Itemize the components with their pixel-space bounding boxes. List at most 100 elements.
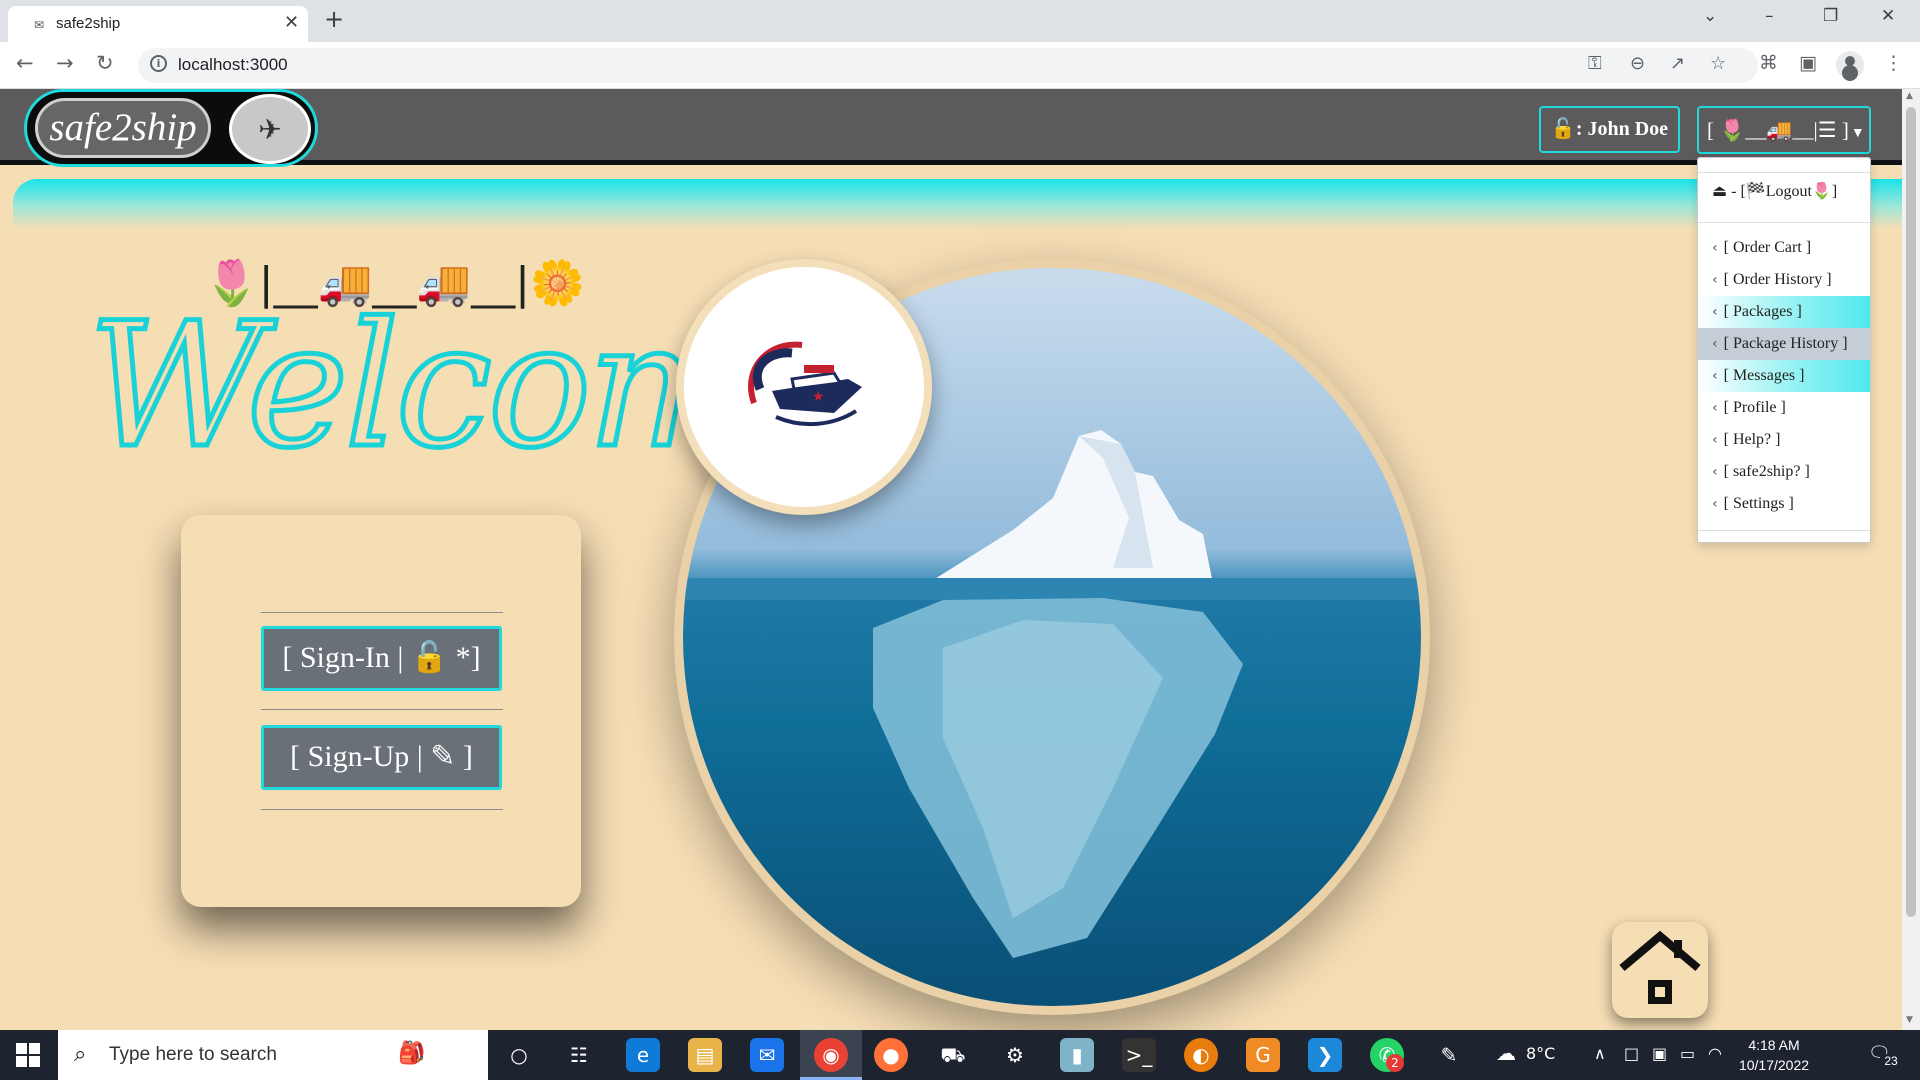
key-icon[interactable]: ⚿ — [1588, 53, 1602, 74]
scroll-down-icon[interactable]: ▼ — [1906, 1015, 1913, 1025]
close-window-icon[interactable]: ✕ — [1881, 6, 1895, 26]
task-view-icon[interactable]: ☷ — [562, 1038, 596, 1072]
url-text[interactable]: localhost:3000 — [178, 55, 288, 75]
new-tab-icon[interactable]: + — [324, 5, 344, 33]
clock-time: 4:18 AM — [1748, 1037, 1800, 1053]
edge-icon[interactable]: e — [626, 1038, 660, 1072]
page-scrollbar[interactable]: ▲ ▼ — [1902, 89, 1920, 1030]
game-app-icon[interactable]: ⚙ — [998, 1038, 1032, 1072]
menu-item-help[interactable]: ‹ [ Help? ] — [1698, 424, 1870, 456]
taskbar-search[interactable]: ⌕ Type here to search 🎒 — [58, 1030, 488, 1080]
hero-band — [13, 179, 1902, 229]
show-hidden-icons-icon[interactable]: ∧ — [1594, 1044, 1606, 1063]
auth-card: [ Sign-In | 🔓 *] [ Sign-Up | ✎ ] — [181, 515, 581, 907]
search-icon: ⌕ — [74, 1042, 87, 1067]
menu-item-profile[interactable]: ‹ [ Profile ] — [1698, 392, 1870, 424]
menu-kebab-icon[interactable]: ⋮ — [1884, 52, 1903, 74]
browser-tab[interactable]: ✉ safe2ship ✕ — [8, 6, 308, 42]
forward-icon[interactable]: → — [56, 51, 74, 75]
chevron-left-icon: ‹ — [1712, 304, 1718, 320]
battery-icon[interactable]: ▭ — [1680, 1044, 1695, 1063]
browser-tab-strip: ✉ safe2ship ✕ + ⌄ – ❐ ✕ — [0, 0, 1920, 42]
chevron-left-icon: ‹ — [1712, 400, 1718, 416]
site-info-icon[interactable]: i — [150, 55, 167, 72]
menu-item-about[interactable]: ‹ [ safe2ship? ] — [1698, 456, 1870, 488]
chrome-icon[interactable]: ◉ — [814, 1038, 848, 1072]
sign-in-button[interactable]: [ Sign-In | 🔓 *] — [261, 626, 502, 691]
iceberg-tip — [933, 430, 1213, 584]
menu-item-package-history[interactable]: ‹ [ Package History ] — [1698, 328, 1870, 360]
tab-favicon-icon: ✉ — [34, 18, 45, 32]
side-panel-icon[interactable]: ▣ — [1799, 52, 1817, 74]
mail-icon[interactable]: ✉ — [750, 1038, 784, 1072]
camera-icon[interactable]: ▣ — [1652, 1044, 1667, 1063]
reload-icon[interactable]: ↻ — [96, 51, 114, 75]
file-explorer-icon[interactable]: ▤ — [688, 1038, 722, 1072]
menu-item-packages[interactable]: ‹ [ Packages ] — [1698, 296, 1870, 328]
profile-icon[interactable] — [1836, 51, 1864, 79]
menu-item-order-cart[interactable]: ‹ [ Order Cart ] — [1698, 232, 1870, 264]
weather-temp[interactable]: 8°C — [1526, 1044, 1555, 1063]
waterline — [683, 578, 1421, 600]
brand-logo-icon[interactable]: ✈ — [229, 94, 311, 164]
whatsapp-badge: 2 — [1386, 1054, 1404, 1072]
scroll-up-icon[interactable]: ▲ — [1906, 91, 1913, 101]
divider — [261, 612, 503, 613]
weather-icon[interactable]: ☁ — [1496, 1041, 1516, 1065]
divider — [261, 809, 503, 810]
blender-icon[interactable]: ◐ — [1184, 1038, 1218, 1072]
ship-logo-icon: ★ — [748, 341, 862, 427]
chevron-left-icon: ‹ — [1712, 464, 1718, 480]
chevron-left-icon: ‹ — [1712, 496, 1718, 512]
restore-icon[interactable]: ❐ — [1823, 6, 1838, 26]
share-icon[interactable]: ↗ — [1670, 53, 1685, 74]
chevron-left-icon: ‹ — [1712, 240, 1718, 256]
notes-app-icon[interactable]: ▮ — [1060, 1038, 1094, 1072]
home-button[interactable] — [1612, 922, 1708, 1018]
minimize-icon[interactable]: – — [1765, 6, 1774, 26]
truck-app-icon[interactable]: ⛟ — [936, 1038, 970, 1072]
pdf-app-icon[interactable]: G — [1246, 1038, 1280, 1072]
tab-title: safe2ship — [56, 15, 121, 32]
menu-item-label: [ Settings ] — [1723, 495, 1794, 512]
zoom-out-icon[interactable]: ⊖ — [1630, 53, 1645, 74]
logout-item[interactable]: ⏏ - [🏁Logout🌷] — [1698, 176, 1870, 208]
app-header: safe2ship ✈ 🔓: John Doe [ 🌷__🚚__|☰ ] ▼ — [0, 89, 1902, 167]
chevron-left-icon: ‹ — [1712, 272, 1718, 288]
chevron-left-icon: ‹ — [1712, 432, 1718, 448]
tab-search-chevron-icon[interactable]: ⌄ — [1703, 6, 1717, 26]
brand-name[interactable]: safe2ship — [35, 98, 211, 158]
menu-toggle-button[interactable]: [ 🌷__🚚__|☰ ] ▼ — [1697, 106, 1871, 154]
browser-toolbar: ← → ↻ i localhost:3000 ⚿ ⊖ ↗ ☆ ⌘ ▣ ⋮ — [0, 42, 1920, 89]
wifi-icon[interactable]: ◠ — [1708, 1044, 1722, 1063]
dropdown-divider — [1698, 530, 1870, 531]
bookmark-star-icon[interactable]: ☆ — [1710, 53, 1726, 74]
firefox-icon[interactable]: ● — [874, 1038, 908, 1072]
menu-item-messages[interactable]: ‹ [ Messages ] — [1698, 360, 1870, 392]
search-highlight-icon: 🎒 — [398, 1041, 426, 1066]
address-bar[interactable]: i localhost:3000 ⚿ ⊖ ↗ ☆ — [138, 48, 1758, 83]
back-icon[interactable]: ← — [16, 51, 34, 75]
logo-swoosh-navy — [752, 348, 793, 391]
menu-item-order-history[interactable]: ‹ [ Order History ] — [1698, 264, 1870, 296]
menu-item-settings[interactable]: ‹ [ Settings ] — [1698, 488, 1870, 520]
extensions-icon[interactable]: ⌘ — [1759, 52, 1778, 74]
sign-up-button[interactable]: [ Sign-Up | ✎ ] — [261, 725, 502, 790]
tab-close-icon[interactable]: ✕ — [284, 12, 299, 33]
vscode-icon[interactable]: ❯ — [1308, 1038, 1342, 1072]
brand-pill[interactable]: safe2ship ✈ — [24, 89, 318, 167]
cortana-icon[interactable]: ○ — [502, 1038, 536, 1072]
menu-item-label: [ Package History ] — [1723, 335, 1848, 352]
terminal-icon[interactable]: >_ — [1122, 1038, 1156, 1072]
user-button[interactable]: 🔓: John Doe — [1539, 106, 1680, 153]
menu-item-label: [ Profile ] — [1723, 399, 1786, 416]
meet-icon[interactable]: □ — [1624, 1044, 1639, 1063]
taskbar-clock[interactable]: 4:18 AM 10/17/2022 — [1731, 1035, 1817, 1075]
menu-item-label: [ Packages ] — [1723, 303, 1802, 320]
chevron-left-icon: ‹ — [1712, 368, 1718, 384]
search-placeholder[interactable]: Type here to search — [109, 1044, 277, 1066]
paint-app-icon[interactable]: ✎ — [1432, 1038, 1466, 1072]
windows-start-icon[interactable] — [16, 1043, 40, 1067]
menu-item-label: [ Messages ] — [1723, 367, 1805, 384]
scroll-thumb[interactable] — [1906, 107, 1916, 917]
